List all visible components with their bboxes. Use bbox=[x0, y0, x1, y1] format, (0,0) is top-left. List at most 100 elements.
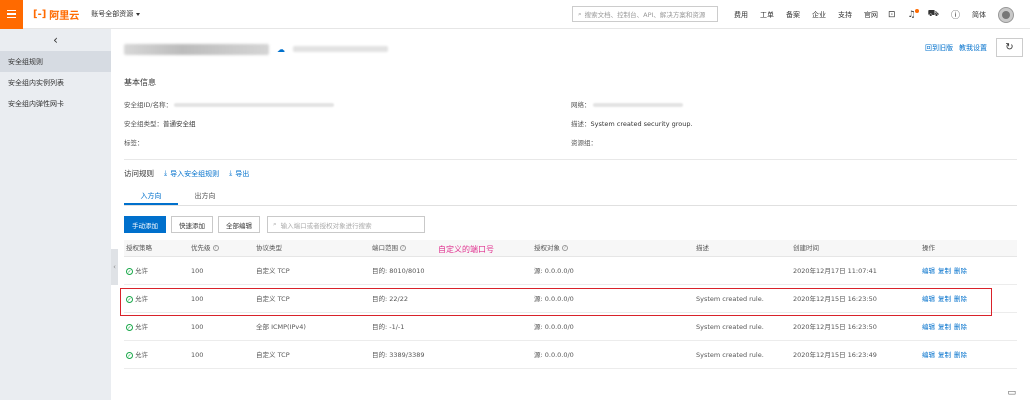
check-circle-icon: ✓ bbox=[126, 351, 133, 359]
copy-link[interactable]: 复制 bbox=[938, 267, 951, 275]
feedback-icon[interactable]: ▭ bbox=[1007, 388, 1016, 398]
policy-cell: ✓ 允许 bbox=[126, 351, 148, 359]
notification-dot bbox=[914, 8, 919, 13]
top-navigation-bar: [-] 阿里云 账号全部资源 ⌕ 搜索文档、控制台、API、解决方案和资源 费用… bbox=[0, 0, 1030, 29]
sidebar-item-label: 安全组内弹性网卡 bbox=[8, 99, 64, 108]
nav-enterprise[interactable]: 企业 bbox=[806, 10, 832, 20]
security-group-name-redacted bbox=[124, 43, 269, 55]
nav-tickets[interactable]: 工单 bbox=[754, 10, 780, 20]
help-icon[interactable]: ⓘ bbox=[951, 8, 960, 21]
copy-link[interactable]: 复制 bbox=[938, 351, 951, 359]
sidebar-item-label: 安全组内实例列表 bbox=[8, 78, 64, 87]
source-cell: 源: 0.0.0.0/0 bbox=[534, 351, 574, 359]
col-protocol: 协议类型 bbox=[256, 244, 282, 252]
created-cell: 2020年12月17日 11:07:41 bbox=[793, 267, 877, 275]
nav-fees[interactable]: 费用 bbox=[728, 10, 754, 20]
edit-link[interactable]: 编辑 bbox=[922, 267, 935, 275]
tab-inbound[interactable]: 入方向 bbox=[124, 189, 178, 205]
main-content: ☁ 回到旧版 教我设置 ↻ 基本信息 安全组ID/名称： 网络： 安全组类型：普… bbox=[111, 29, 1030, 400]
global-search-input[interactable]: ⌕ 搜索文档、控制台、API、解决方案和资源 bbox=[572, 6, 718, 22]
table-header: 授权策略 优先级? 协议类型 端口范围? 授权对象? 描述 创建时间 操作 bbox=[124, 240, 1017, 257]
rule-search-input[interactable]: ⌕ 输入端口或者授权对象进行搜索 bbox=[267, 216, 425, 233]
edit-all-button[interactable]: 全部编辑 bbox=[218, 216, 260, 233]
info-description: 描述：System created security group. bbox=[571, 120, 693, 128]
protocol-cell: 全部 ICMP(IPv4) bbox=[256, 323, 306, 331]
aliyun-logo[interactable]: [-] 阿里云 bbox=[33, 7, 79, 22]
highlight-box bbox=[120, 288, 992, 316]
account-label: 账号全部资源 bbox=[91, 10, 134, 18]
source-cell: 源: 0.0.0.0/0 bbox=[534, 323, 574, 331]
port-cell: 目的: -1/-1 bbox=[372, 323, 405, 331]
desc-cell: System created rule. bbox=[696, 323, 764, 331]
source-cell: 源: 0.0.0.0/0 bbox=[534, 267, 574, 275]
manual-add-button[interactable]: 手动添加 bbox=[124, 216, 166, 233]
redacted-value bbox=[174, 103, 335, 107]
protocol-cell: 自定义 TCP bbox=[256, 351, 290, 359]
info-resource-group: 资源组： bbox=[571, 139, 597, 147]
col-port: 端口范围? bbox=[372, 244, 406, 252]
menu-icon[interactable] bbox=[0, 0, 23, 29]
redacted-value bbox=[592, 103, 683, 107]
nav-support[interactable]: 支持 bbox=[832, 10, 858, 20]
priority-cell: 100 bbox=[191, 323, 204, 331]
tutorial-link[interactable]: 教我设置 bbox=[959, 43, 987, 53]
back-arrow-icon[interactable]: ‹ bbox=[0, 29, 111, 51]
priority-cell: 100 bbox=[191, 351, 204, 359]
policy-cell: ✓ 允许 bbox=[126, 267, 148, 275]
account-resources-dropdown[interactable]: 账号全部资源 bbox=[91, 9, 141, 19]
top-icon-group: ⊡ ♫ ⛟ ⓘ 简体 bbox=[888, 0, 1014, 29]
cloud-icon: ☁ bbox=[277, 44, 285, 54]
refresh-icon: ↻ bbox=[1005, 42, 1014, 53]
priority-cell: 100 bbox=[191, 267, 204, 275]
bell-icon[interactable]: ♫ bbox=[908, 8, 919, 20]
info-tags: 标签： bbox=[124, 139, 144, 147]
return-old-version-link[interactable]: 回到旧版 bbox=[925, 43, 953, 53]
quick-add-button[interactable]: 快速添加 bbox=[171, 216, 213, 233]
copy-link[interactable]: 复制 bbox=[938, 323, 951, 331]
nav-icp[interactable]: 备案 bbox=[780, 10, 806, 20]
rules-title: 访问规则 bbox=[124, 169, 154, 178]
rule-search-placeholder: 输入端口或者授权对象进行搜索 bbox=[280, 221, 372, 230]
col-source: 授权对象? bbox=[534, 244, 568, 252]
cart-icon[interactable]: ⛟ bbox=[928, 9, 939, 20]
edit-link[interactable]: 编辑 bbox=[922, 323, 935, 331]
sidebar-item-eni[interactable]: 安全组内弹性网卡 bbox=[0, 93, 111, 114]
col-desc: 描述 bbox=[696, 244, 709, 252]
search-icon: ⌕ bbox=[273, 220, 277, 228]
sidebar-item-rules[interactable]: 安全组规则 bbox=[0, 51, 111, 72]
col-policy: 授权策略 bbox=[126, 244, 152, 252]
delete-link[interactable]: 删除 bbox=[954, 351, 967, 359]
help-icon: ? bbox=[562, 245, 568, 251]
table-row: ✓ 允许 100 自定义 TCP 目的: 3389/3389 源: 0.0.0.0… bbox=[124, 341, 1017, 369]
edit-link[interactable]: 编辑 bbox=[922, 351, 935, 359]
refresh-button[interactable]: ↻ bbox=[996, 38, 1023, 57]
created-cell: 2020年12月15日 16:23:50 bbox=[793, 323, 877, 331]
policy-cell: ✓ 允许 bbox=[126, 323, 148, 331]
global-search-placeholder: 搜索文档、控制台、API、解决方案和资源 bbox=[584, 11, 706, 19]
terminal-icon[interactable]: ⊡ bbox=[888, 10, 896, 20]
direction-tabs: 入方向 出方向 bbox=[124, 189, 1017, 206]
help-icon: ? bbox=[212, 245, 219, 251]
delete-link[interactable]: 删除 bbox=[954, 267, 967, 275]
check-circle-icon: ✓ bbox=[126, 323, 133, 331]
tab-outbound[interactable]: 出方向 bbox=[178, 189, 232, 205]
sidebar-item-label: 安全组规则 bbox=[8, 57, 43, 66]
table-row: ✓ 允许 100 自定义 TCP 目的: 8010/8010 源: 0.0.0.0… bbox=[124, 257, 1017, 285]
sidebar-item-instances[interactable]: 安全组内实例列表 bbox=[0, 72, 111, 93]
language-switch[interactable]: 简体 bbox=[972, 10, 986, 20]
divider bbox=[124, 159, 1017, 160]
table-row: ✓ 允许 100 全部 ICMP(IPv4) 目的: -1/-1 源: 0.0.0… bbox=[124, 313, 1017, 341]
desc-cell: System created rule. bbox=[696, 351, 764, 359]
delete-link[interactable]: 删除 bbox=[954, 323, 967, 331]
top-nav-links: 费用 工单 备案 企业 支持 官网 bbox=[728, 0, 884, 29]
help-icon: ? bbox=[400, 245, 406, 251]
chevron-down-icon bbox=[136, 12, 141, 16]
avatar[interactable] bbox=[997, 6, 1014, 23]
export-button[interactable]: ⤓ 导出 bbox=[229, 169, 249, 179]
import-rules-button[interactable]: ⤓ 导入安全组规则 bbox=[164, 169, 219, 179]
rules-toolbar: 手动添加 快速添加 全部编辑 ⌕ 输入端口或者授权对象进行搜索 bbox=[124, 216, 425, 233]
logo-text: 阿里云 bbox=[49, 10, 80, 22]
logo-mark: [-] bbox=[33, 8, 47, 20]
import-icon: ⤓ bbox=[164, 169, 168, 177]
nav-website[interactable]: 官网 bbox=[858, 10, 884, 20]
